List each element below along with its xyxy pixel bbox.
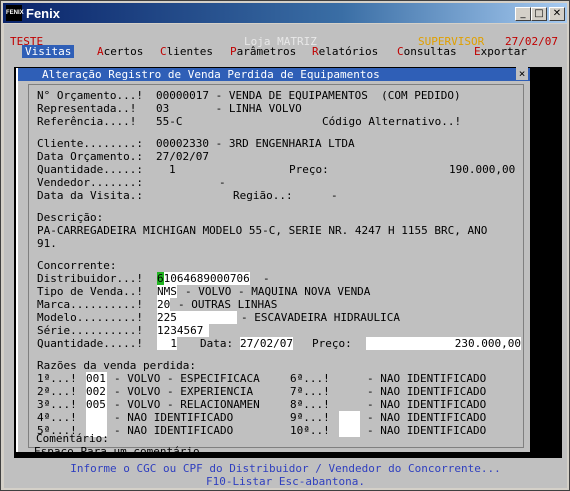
razao-4-label: 4ª...! <box>37 411 77 424</box>
codigo-alternativo-label: Código Alternativo..! <box>322 115 462 128</box>
quantidade-value: 1 <box>169 163 176 176</box>
terminal-area: TESTE Loja MATRIZ SUPERVISOR 27/02/07 Vi… <box>4 24 567 488</box>
window-title: Fenix <box>26 6 60 21</box>
data-visita-label: Data da Visita.: <box>37 189 143 202</box>
preco-concorrente-input[interactable]: 230.000,00 <box>366 337 521 350</box>
dialog-title-bar: Alteração Registro de Venda Perdida de E… <box>18 67 530 81</box>
serie-input[interactable]: 1234567 <box>157 324 209 337</box>
razao-7-label: 7ª...! <box>290 385 330 398</box>
vendedor-value: - <box>219 176 226 189</box>
menu-parametros[interactable]: Parâmetros <box>230 45 296 58</box>
text-cursor: 6 <box>157 272 164 285</box>
data-concorrente-input[interactable]: 27/02/07 <box>240 337 293 350</box>
razao-8-desc: - NAO IDENTIFICADO <box>367 398 487 411</box>
representada-value[interactable]: 03 - LINHA VOLVO <box>156 102 302 115</box>
razao-2-desc: - VOLVO - EXPERIENCIA <box>114 385 254 398</box>
menu-consultas[interactable]: Consultas <box>397 45 457 58</box>
razao-2-label: 2ª...! <box>37 385 77 398</box>
distribuidor-suffix: - <box>263 272 270 285</box>
data-orcamento-label: Data Orçamento.: <box>37 150 143 163</box>
razoes-label: Razões da venda perdida: <box>37 359 196 372</box>
distribuidor-label: Distribuidor...! <box>37 272 143 285</box>
referencia-value[interactable]: 55-C <box>156 115 183 128</box>
razao-9-desc: - NAO IDENTIFICADO <box>367 411 487 424</box>
maximize-button[interactable]: □ <box>531 7 547 21</box>
distribuidor-input[interactable]: 61064689000706 <box>157 272 250 285</box>
data-orcamento-value: 27/02/07 <box>156 150 209 163</box>
comentario-label: Comentário: <box>36 432 109 445</box>
marca-input[interactable]: 20 <box>157 298 171 311</box>
razao-10-input[interactable] <box>339 424 360 437</box>
menu-relatorios[interactable]: Relatórios <box>312 45 378 58</box>
data-concorrente-label: Data: <box>200 337 234 350</box>
dialog-body: N° Orçamento...! 00000017 - VENDA DE EQU… <box>28 84 524 448</box>
tipo-venda-label: Tipo de Venda..! <box>37 285 143 298</box>
razao-5-desc: - NAO IDENTIFICADO <box>114 424 234 437</box>
cliente-label: Cliente........: <box>37 137 143 150</box>
razao-4-desc: - NAO IDENTIFICADO <box>114 411 234 424</box>
razao-3-desc: - VOLVO - RELACIONAMEN <box>114 398 260 411</box>
venda-perdida-dialog: Alteração Registro de Venda Perdida de E… <box>16 67 530 452</box>
serie-label: Série..........! <box>37 324 143 337</box>
tipo-venda-input[interactable]: NMS <box>157 285 177 298</box>
razao-3-label: 3ª...! <box>37 398 77 411</box>
marca-desc: - OUTRAS LINHAS <box>178 298 278 311</box>
marca-label: Marca..........! <box>37 298 143 311</box>
modelo-label: Modelo.........! <box>37 311 143 324</box>
orcamento-value[interactable]: 00000017 - VENDA DE EQUIPAMENTOS (COM PE… <box>156 89 461 102</box>
footer-keys: F10-Listar Esc-abantona. <box>206 475 365 488</box>
concorrente-label: Concorrente: <box>37 259 117 272</box>
menu-acertos[interactable]: Acertos <box>97 45 143 58</box>
title-bar: FENIX Fenix _ □ ✕ <box>3 3 567 23</box>
close-window-button[interactable]: ✕ <box>549 7 565 21</box>
dialog-title: Alteração Registro de Venda Perdida de E… <box>42 68 380 81</box>
menu-exportar[interactable]: Exportar <box>474 45 527 58</box>
razao-10-desc: - NAO IDENTIFICADO <box>367 424 487 437</box>
app-window: FENIX Fenix _ □ ✕ TESTE Loja MATRIZ SUPE… <box>0 0 570 491</box>
minimize-button[interactable]: _ <box>515 7 531 21</box>
razao-7-desc: - NAO IDENTIFICADO <box>367 385 487 398</box>
menu-visitas[interactable]: Visitas <box>22 45 75 58</box>
regiao-value: - <box>331 189 338 202</box>
footer-hint: Informe o CGC ou CPF do Distribuidor / V… <box>70 462 501 475</box>
quantidade-concorrente-label: Quantidade.....! <box>37 337 143 350</box>
razao-6-desc: - NAO IDENTIFICADO <box>367 372 487 385</box>
dialog-close-icon[interactable]: × <box>516 67 528 80</box>
cliente-value: 00002330 - 3RD ENGENHARIA LTDA <box>156 137 355 150</box>
tipo-venda-desc: - VOLVO - MAQUINA NOVA VENDA <box>185 285 371 298</box>
razao-9-input[interactable] <box>339 411 360 424</box>
razao-1-input[interactable]: 001 <box>86 372 107 385</box>
razao-8-label: 8ª...! <box>290 398 330 411</box>
preco-concorrente-label: Preço: <box>312 337 352 350</box>
referencia-label: Referência....! <box>37 115 137 128</box>
razao-1-label: 1ª...! <box>37 372 77 385</box>
razao-9-label: 9ª...! <box>290 411 330 424</box>
quantidade-label: Quantidade.....: <box>37 163 143 176</box>
preco-label: Preço: <box>289 163 329 176</box>
razao-6-label: 6ª...! <box>290 372 330 385</box>
menu-bar: Visitas Acertos Clientes Parâmetros Rela… <box>4 45 567 58</box>
razao-4-input[interactable] <box>86 411 107 424</box>
menu-clientes[interactable]: Clientes <box>160 45 213 58</box>
razao-3-input[interactable]: 005 <box>86 398 107 411</box>
fenix-app-icon[interactable]: FENIX <box>6 5 24 21</box>
razao-2-input[interactable]: 002 <box>86 385 107 398</box>
comentario-value[interactable]: Espaço Para um comentário. <box>34 445 206 458</box>
razao-10-label: 10ª..! <box>290 424 330 437</box>
orcamento-label: N° Orçamento...! <box>37 89 143 102</box>
modelo-desc: - ESCAVADEIRA HIDRAULICA <box>241 311 400 324</box>
status-footer: Informe o CGC ou CPF do Distribuidor / V… <box>4 462 567 488</box>
regiao-label: Região..: <box>233 189 293 202</box>
descricao-line-1: PA-CARREGADEIRA MICHIGAN MODELO 55-C, SE… <box>37 224 488 237</box>
modelo-input[interactable]: 225 <box>157 311 237 324</box>
descricao-label: Descrição: <box>37 211 104 224</box>
vendedor-label: Vendedor.......: <box>37 176 143 189</box>
razao-1-desc: - VOLVO - ESPECIFICACA <box>114 372 260 385</box>
descricao-line-2: 91. <box>37 237 57 250</box>
representada-label: Representada..! <box>37 102 137 115</box>
quantidade-concorrente-input[interactable]: 1 <box>157 337 177 350</box>
preco-value: 190.000,00 <box>449 163 516 176</box>
